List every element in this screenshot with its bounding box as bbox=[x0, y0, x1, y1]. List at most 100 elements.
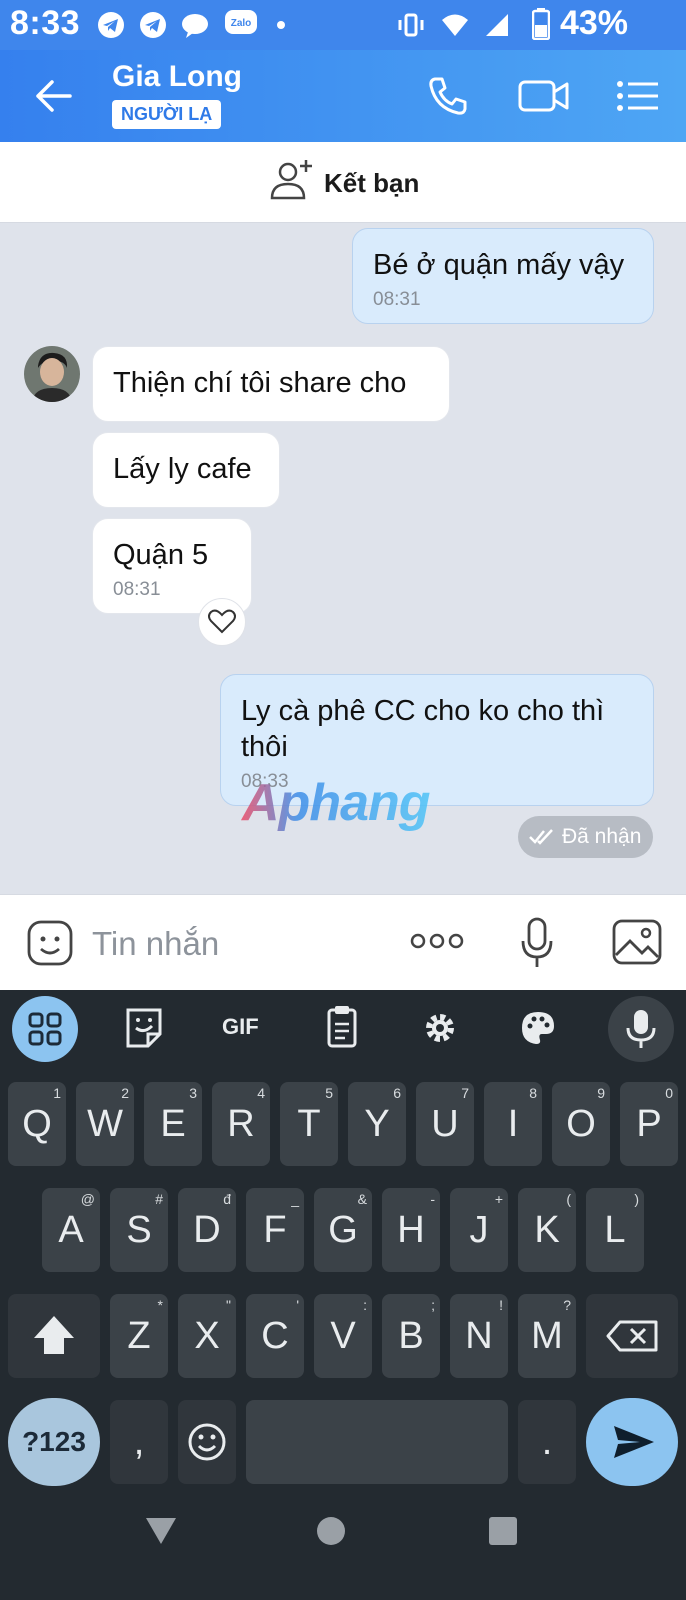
key-label: J bbox=[469, 1209, 489, 1251]
add-friend-icon bbox=[270, 160, 312, 200]
emoji-icon bbox=[188, 1423, 226, 1461]
video-call-icon[interactable] bbox=[518, 76, 570, 116]
double-check-icon bbox=[529, 829, 553, 845]
menu-list-icon[interactable] bbox=[616, 76, 660, 116]
key-label: P bbox=[636, 1103, 662, 1145]
key-r[interactable]: R4 bbox=[212, 1082, 270, 1166]
key-e[interactable]: E3 bbox=[144, 1082, 202, 1166]
key-o[interactable]: O9 bbox=[552, 1082, 610, 1166]
key-hint: : bbox=[363, 1297, 367, 1313]
shift-key[interactable] bbox=[8, 1294, 100, 1378]
key-label: C bbox=[261, 1315, 289, 1357]
key-hint: đ bbox=[223, 1191, 231, 1207]
key-g[interactable]: G & bbox=[314, 1188, 372, 1272]
system-nav-bar bbox=[0, 1490, 686, 1600]
key-hint: 3 bbox=[189, 1085, 197, 1101]
key-b[interactable]: B; bbox=[382, 1294, 440, 1378]
clipboard-icon bbox=[327, 1006, 357, 1048]
send-key[interactable] bbox=[586, 1398, 678, 1486]
send-icon bbox=[614, 1426, 654, 1458]
keyboard-clipboard-button[interactable] bbox=[312, 1000, 372, 1056]
nav-back-icon[interactable] bbox=[144, 1516, 178, 1546]
shift-arrow-icon bbox=[34, 1316, 74, 1354]
key-i[interactable]: I8 bbox=[484, 1082, 542, 1166]
key-hint: 6 bbox=[393, 1085, 401, 1101]
keyboard-settings-button[interactable] bbox=[410, 1000, 470, 1056]
key-d[interactable]: Dđ bbox=[178, 1188, 236, 1272]
key-v[interactable]: V: bbox=[314, 1294, 372, 1378]
key-q[interactable]: Q1 bbox=[8, 1082, 66, 1166]
stranger-badge: NGƯỜI LẠ bbox=[112, 100, 222, 129]
contact-avatar[interactable] bbox=[24, 346, 80, 402]
keyboard-theme-button[interactable] bbox=[508, 1000, 568, 1056]
back-arrow-icon[interactable] bbox=[34, 78, 74, 114]
key-t[interactable]: T5 bbox=[280, 1082, 338, 1166]
keyboard-gif-button[interactable]: GIF bbox=[212, 1000, 272, 1056]
key-s[interactable]: S # bbox=[110, 1188, 168, 1272]
key-w[interactable]: W2 bbox=[76, 1082, 134, 1166]
key-label: Y bbox=[364, 1103, 390, 1145]
message-bubble-incoming[interactable]: Thiện chí tôi share cho bbox=[92, 346, 450, 422]
key-p[interactable]: P0 bbox=[620, 1082, 678, 1166]
key-label: F bbox=[263, 1209, 287, 1251]
key-label: . bbox=[541, 1421, 553, 1463]
emoji-sticker-icon[interactable] bbox=[26, 919, 74, 967]
key-label: , bbox=[133, 1421, 145, 1463]
key-k[interactable]: K( bbox=[518, 1188, 576, 1272]
key-label: O bbox=[566, 1103, 596, 1145]
key-u[interactable]: U7 bbox=[416, 1082, 474, 1166]
key-label: K bbox=[534, 1209, 560, 1251]
key-label: L bbox=[604, 1209, 626, 1251]
react-heart-button[interactable] bbox=[198, 598, 246, 646]
key-m[interactable]: M? bbox=[518, 1294, 576, 1378]
key-n[interactable]: N! bbox=[450, 1294, 508, 1378]
add-friend-bar[interactable]: Kết bạn bbox=[0, 142, 686, 223]
key-h[interactable]: H- bbox=[382, 1188, 440, 1272]
key-label: G bbox=[328, 1209, 358, 1251]
key-z[interactable]: Z * bbox=[110, 1294, 168, 1378]
nav-recents-icon[interactable] bbox=[488, 1516, 518, 1546]
message-bubble-incoming[interactable]: Lấy ly cafe bbox=[92, 432, 280, 508]
comma-key[interactable]: , bbox=[110, 1400, 168, 1484]
key-label: T bbox=[297, 1103, 321, 1145]
settings-icon bbox=[426, 1014, 454, 1042]
key-label: X bbox=[194, 1315, 220, 1357]
key-y[interactable]: Y6 bbox=[348, 1082, 406, 1166]
microphone-icon[interactable] bbox=[520, 917, 554, 969]
contact-name[interactable]: Gia Long bbox=[112, 60, 242, 94]
key-l[interactable]: L) bbox=[586, 1188, 644, 1272]
key-hint: ' bbox=[296, 1297, 299, 1313]
period-key[interactable]: . bbox=[518, 1400, 576, 1484]
backspace-key[interactable] bbox=[586, 1294, 678, 1378]
key-label: R bbox=[227, 1103, 255, 1145]
key-x[interactable]: X " bbox=[178, 1294, 236, 1378]
keyboard-apps-button[interactable] bbox=[12, 996, 78, 1062]
space-key[interactable] bbox=[246, 1400, 508, 1484]
keyboard-voice-button[interactable] bbox=[608, 996, 674, 1062]
message-input-bar: Tin nhắn bbox=[0, 894, 686, 991]
chat-bubble-icon bbox=[182, 14, 208, 38]
key-hint: + bbox=[494, 1191, 503, 1207]
key-c[interactable]: C ' bbox=[246, 1294, 304, 1378]
key-j[interactable]: J + bbox=[450, 1188, 508, 1272]
key-hint: & bbox=[357, 1191, 367, 1207]
zalo-icon: Zalo bbox=[225, 10, 257, 34]
message-bubble-outgoing[interactable]: Bé ở quận mấy vậy 08:31 bbox=[352, 228, 654, 324]
keyboard-sticker-button[interactable] bbox=[114, 1000, 174, 1056]
signal-icon bbox=[486, 14, 508, 36]
key-hint: 7 bbox=[461, 1085, 469, 1101]
image-gallery-icon[interactable] bbox=[612, 919, 662, 965]
emoji-key[interactable] bbox=[178, 1400, 236, 1484]
key-f[interactable]: F _ bbox=[246, 1188, 304, 1272]
delivery-status-text: Đã nhận bbox=[562, 825, 642, 848]
key-hint: _ bbox=[291, 1191, 299, 1207]
message-input[interactable]: Tin nhắn bbox=[92, 925, 219, 963]
more-options-icon[interactable] bbox=[410, 929, 464, 953]
phone-call-icon[interactable] bbox=[426, 74, 470, 118]
key-hint: # bbox=[155, 1191, 163, 1207]
nav-home-icon[interactable] bbox=[316, 1516, 346, 1546]
apps-grid-icon bbox=[28, 1012, 62, 1046]
key-a[interactable]: A @ bbox=[42, 1188, 100, 1272]
key-label: N bbox=[465, 1315, 493, 1357]
symbols-key[interactable]: ?123 bbox=[8, 1398, 100, 1486]
